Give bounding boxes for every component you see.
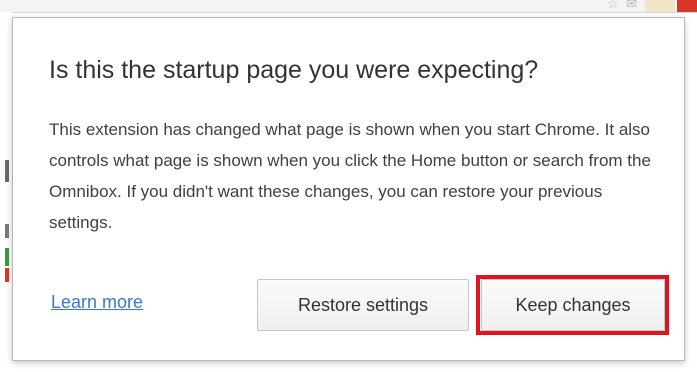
page-left-edge (0, 12, 12, 372)
extension-startup-dialog: Is this the startup page you were expect… (12, 17, 685, 361)
page-edge-mark (5, 268, 9, 282)
dialog-message: This extension has changed what page is … (49, 120, 651, 232)
browser-toolbar-strip: ☆ ✉ (0, 0, 697, 13)
page-edge-mark (5, 224, 9, 238)
page-edge-mark (5, 160, 9, 182)
keep-changes-button[interactable]: Keep changes (481, 279, 665, 331)
chrome-menu-button[interactable] (677, 0, 697, 12)
page-edge-mark (5, 248, 9, 266)
restore-settings-button[interactable]: Restore settings (257, 279, 469, 331)
extension-icon[interactable] (645, 0, 675, 12)
dialog-title: Is this the startup page you were expect… (49, 56, 539, 84)
learn-more-link[interactable]: Learn more (51, 292, 143, 313)
screenshot-root: ☆ ✉ Is this the startup page you were ex… (0, 0, 697, 372)
toolbar-action-icons[interactable]: ☆ ✉ (607, 0, 639, 12)
